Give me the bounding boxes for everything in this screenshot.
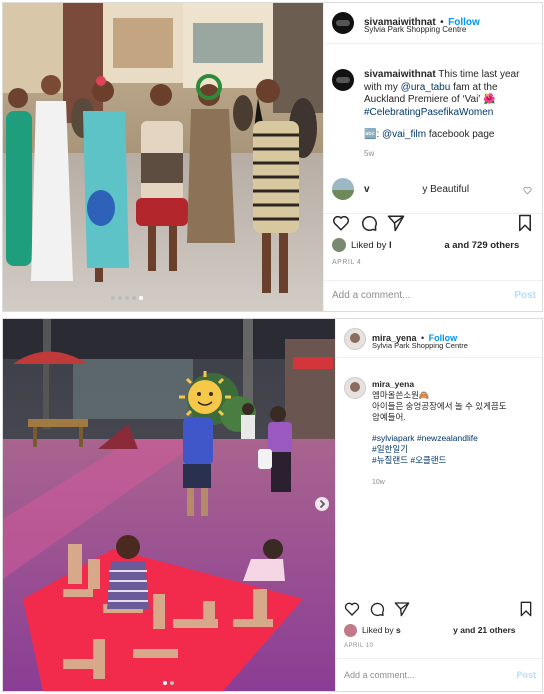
caption-text-3: facebook page (426, 129, 495, 140)
comment: v y Beautiful (364, 184, 469, 195)
share-icon[interactable] (387, 214, 405, 232)
post-1-location[interactable]: Sylvia Park Shopping Centre (364, 25, 466, 34)
liked-by-others[interactable]: a and 729 others (444, 240, 519, 251)
add-comment-input[interactable]: Add a comment... (332, 290, 410, 301)
post-1-likes: Liked by l a and 729 others (351, 240, 519, 251)
post-1-date: APRIL 4 (332, 259, 362, 266)
liked-by-user[interactable]: s (396, 625, 401, 635)
instagram-post-1: sivamaiwithnat • Follow Sylvia Park Shop… (2, 2, 543, 312)
performers-photo-illustration (3, 3, 323, 311)
kids-playing-photo-illustration (3, 319, 335, 691)
post-2-side-panel: mira_yena • Follow Sylvia Park Shopping … (335, 319, 542, 691)
carousel-dots (111, 296, 143, 300)
caption-line-3: 암예들어. (372, 412, 406, 422)
post-2-location[interactable]: Sylvia Park Shopping Centre (372, 341, 468, 350)
comment-avatar[interactable] (332, 178, 354, 200)
carousel-next-button[interactable] (315, 497, 329, 511)
caption-line-1: 엠마올쓴소원🙈 (372, 390, 430, 400)
heart-icon[interactable] (344, 601, 360, 617)
post-2-action-bar (336, 601, 542, 623)
caption-time: 5w (364, 148, 375, 158)
caption-hashtags-1[interactable]: #sylviapark #newzealandlife (372, 433, 478, 443)
post-2-caption: mira_yena 엠마올쓴소원🙈 아이들은 숭엉공장에서 놀 수 있게끔도 암… (372, 379, 538, 488)
bookmark-icon[interactable] (518, 601, 534, 617)
post-2-add-comment: Add a comment... Post (336, 658, 542, 691)
comment-icon[interactable] (369, 601, 385, 617)
caption-hashtag[interactable]: #CelebratingPasefikaWomen (364, 107, 493, 118)
post-2-date: APRIL 10 (344, 643, 374, 649)
caption-hashtags-3[interactable]: #뉴질랜드 #오클랜드 (372, 455, 446, 465)
post-2-likes: Liked by s y and 21 others (362, 625, 516, 635)
instagram-post-2: mira_yena • Follow Sylvia Park Shopping … (2, 318, 543, 692)
carousel-dots (163, 681, 174, 685)
post-2-header: mira_yena • Follow Sylvia Park Shopping … (336, 319, 542, 358)
caption-mention-2[interactable]: @vai_film (382, 129, 426, 140)
caption-mention[interactable]: @ura_tabu (401, 82, 451, 93)
caption-time: 10w (372, 479, 385, 486)
avatar[interactable] (344, 328, 366, 350)
post-comment-button[interactable]: Post (514, 290, 536, 301)
caption-username[interactable]: mira_yena (372, 379, 414, 389)
liked-by-avatar[interactable] (332, 238, 346, 252)
caption-username[interactable]: sivamaiwithnat (364, 69, 436, 80)
liked-by-prefix: Liked by (351, 240, 390, 251)
post-comment-button[interactable]: Post (516, 670, 536, 680)
chevron-right-icon (319, 499, 326, 509)
caption-line-2: 아이들은 숭엉공장에서 놀 수 있게끔도 (372, 401, 507, 411)
post-1-header: sivamaiwithnat • Follow Sylvia Park Shop… (324, 3, 542, 44)
bookmark-icon[interactable] (516, 214, 534, 232)
caption-avatar[interactable] (344, 377, 366, 399)
post-2-photo[interactable] (3, 319, 335, 691)
liked-by-avatar[interactable] (344, 624, 357, 637)
post-1-action-bar (324, 213, 542, 236)
heart-icon[interactable] (332, 214, 350, 232)
caption-emoji-label: 🔤: (364, 129, 380, 140)
liked-by-prefix: Liked by (362, 625, 397, 635)
avatar[interactable] (332, 12, 354, 34)
comment-username[interactable]: v (364, 184, 370, 195)
caption-avatar[interactable] (332, 69, 354, 91)
caption-hashtags-2[interactable]: #일한일기 (372, 444, 408, 454)
add-comment-input[interactable]: Add a comment... (344, 670, 415, 680)
share-icon[interactable] (394, 601, 410, 617)
post-1-side-panel: sivamaiwithnat • Follow Sylvia Park Shop… (323, 3, 542, 311)
liked-by-user[interactable]: l (389, 240, 392, 251)
post-1-photo[interactable] (3, 3, 323, 311)
comment-like-icon[interactable] (523, 186, 532, 195)
liked-by-others[interactable]: y and 21 others (453, 625, 515, 635)
post-1-caption: sivamaiwithnat This time last year with … (364, 69, 536, 160)
post-1-add-comment: Add a comment... Post (324, 280, 542, 311)
comment-icon[interactable] (360, 214, 378, 232)
comment-text: y Beautiful (422, 184, 470, 195)
